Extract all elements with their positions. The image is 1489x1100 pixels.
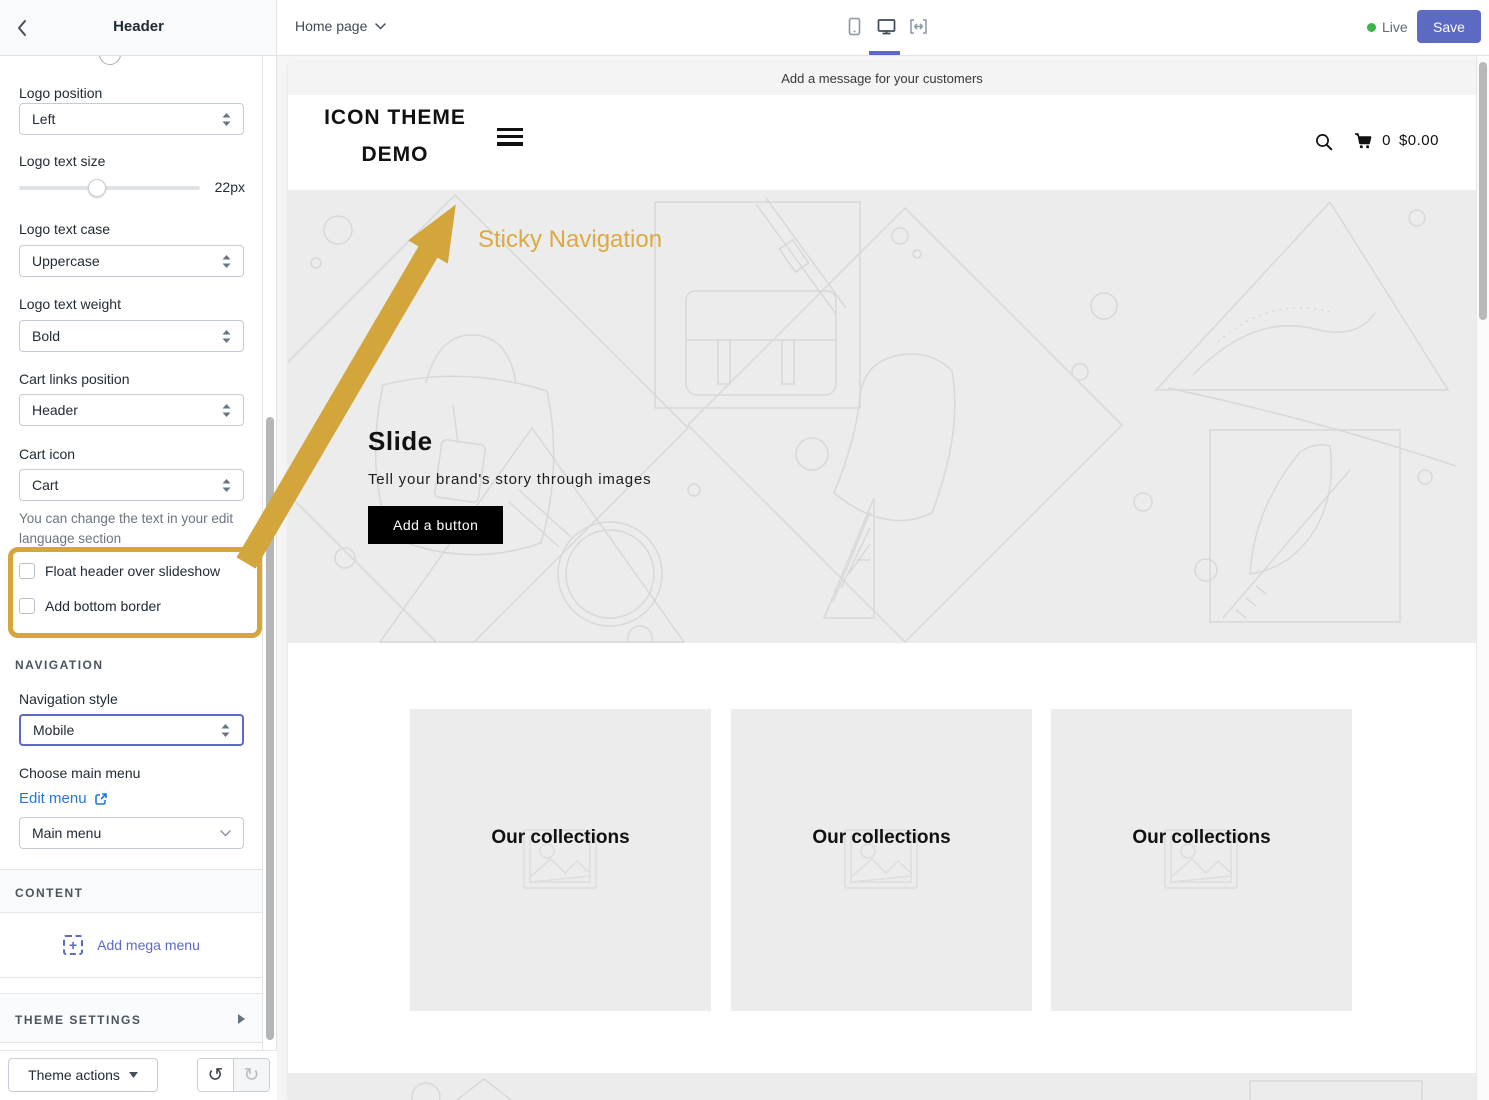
desktop-preview-icon[interactable]	[877, 17, 896, 36]
store-logo[interactable]: ICON THEME DEMO	[315, 106, 475, 167]
slide-add-button[interactable]: Add a button	[368, 506, 504, 544]
navigation-style-label: Navigation style	[19, 691, 118, 707]
save-button[interactable]: Save	[1417, 10, 1481, 43]
logo-text-weight-label: Logo text weight	[19, 296, 121, 312]
cart-link[interactable]: 0 $0.00	[1354, 132, 1439, 149]
cart-links-position-select[interactable]: Header	[19, 394, 244, 426]
select-caret-icon	[222, 112, 231, 126]
logo-position-select[interactable]: Left	[19, 103, 244, 135]
checkbox[interactable]	[19, 563, 35, 579]
slide-subheading: Tell your brand's story through images	[368, 471, 652, 488]
chevron-down-icon	[220, 829, 231, 837]
collection-card[interactable]: Our collections	[731, 709, 1032, 1011]
live-status-dot	[1367, 22, 1376, 32]
sidebar-scrollbar[interactable]	[263, 55, 277, 1100]
cart-count: 0	[1382, 132, 1391, 149]
page-selector-dropdown[interactable]: Home page	[295, 18, 387, 34]
panel-header: Header	[0, 0, 277, 55]
content-section-label: CONTENT	[15, 886, 84, 900]
preview-scrollbar-thumb[interactable]	[1479, 62, 1487, 320]
slideshow-sketch-art	[288, 193, 1457, 643]
logo-text-size-slider-handle[interactable]	[88, 179, 106, 197]
sidebar-scrollbar-thumb[interactable]	[266, 417, 274, 1040]
settings-sidebar: Logo position Left Logo text size 22px L…	[0, 55, 263, 1100]
collection-card[interactable]: Our collections	[410, 709, 711, 1011]
hamburger-menu-icon[interactable]	[497, 128, 523, 150]
undo-redo-group: ↺ ↻	[197, 1058, 270, 1092]
logo-position-label: Logo position	[19, 85, 103, 101]
collection-title: Our collections	[491, 827, 630, 848]
logo-text-size-slider[interactable]	[19, 186, 200, 190]
logo-text-case-select[interactable]: Uppercase	[19, 245, 244, 277]
search-icon[interactable]	[1315, 133, 1333, 151]
select-caret-icon	[222, 403, 231, 417]
edit-menu-link[interactable]: Edit menu	[19, 790, 108, 807]
theme-settings-row[interactable]: THEME SETTINGS	[0, 993, 262, 1043]
cart-icon-label: Cart icon	[19, 446, 76, 462]
fullscreen-preview-icon[interactable]	[909, 17, 928, 36]
add-mega-menu-icon: +	[63, 935, 84, 955]
sidebar-footer: Theme actions ↺ ↻	[0, 1050, 277, 1100]
external-link-icon	[94, 792, 107, 805]
topbar: Header Home page Live Save	[0, 0, 1489, 56]
store-header: ICON THEME DEMO 0 $0.00	[288, 95, 1476, 190]
undo-icon[interactable]: ↺	[198, 1059, 234, 1091]
logo-text-weight-select[interactable]: Bold	[19, 320, 244, 352]
preview-scrollbar[interactable]	[1476, 55, 1489, 1100]
bottom-border-checkbox-row[interactable]: Add bottom border	[19, 598, 161, 614]
select-caret-icon	[222, 254, 231, 268]
redo-icon[interactable]: ↻	[234, 1059, 269, 1091]
active-device-indicator	[869, 51, 900, 55]
mobile-preview-icon[interactable]	[845, 17, 864, 36]
cart-help-text: You can change the text in your edit lan…	[19, 511, 234, 546]
slide-heading: Slide	[368, 426, 433, 456]
main-menu-select[interactable]: Main menu	[19, 817, 244, 849]
navigation-section-label: NAVIGATION	[15, 658, 104, 672]
float-header-checkbox-row[interactable]: Float header over slideshow	[19, 563, 220, 579]
next-section-peek	[288, 1073, 1476, 1100]
collection-card[interactable]: Our collections	[1051, 709, 1352, 1011]
cart-links-position-label: Cart links position	[19, 371, 130, 387]
slideshow-section[interactable]: Sticky Navigation Slide Tell your brand'…	[288, 190, 1476, 643]
panel-title: Header	[113, 18, 164, 35]
theme-editor-window: Header Home page Live Save Logo position…	[0, 0, 1489, 1100]
cart-total: $0.00	[1398, 132, 1439, 149]
logo-text-case-label: Logo text case	[19, 221, 111, 237]
navigation-style-select[interactable]: Mobile	[19, 714, 244, 746]
theme-actions-button[interactable]: Theme actions	[8, 1058, 158, 1092]
choose-main-menu-label: Choose main menu	[19, 765, 141, 781]
collection-title: Our collections	[1132, 827, 1271, 848]
device-preview-switcher	[845, 17, 928, 36]
annotation-text: Sticky Navigation	[478, 226, 663, 253]
cart-icon-select[interactable]: Cart	[19, 469, 244, 501]
live-status: Live	[1367, 19, 1408, 35]
logo-text-size-value: 22px	[214, 179, 245, 195]
caret-down-icon	[128, 1072, 138, 1078]
logo-text-size-label: Logo text size	[19, 153, 106, 169]
checkbox[interactable]	[19, 598, 35, 614]
page-selector-label: Home page	[295, 18, 368, 34]
collections-section: Our collections Our collections Our coll…	[288, 643, 1476, 1073]
store-preview: Add a message for your customers ICON TH…	[288, 62, 1476, 1100]
chevron-right-icon	[238, 1014, 245, 1024]
content-section-band: CONTENT	[0, 869, 262, 913]
collection-title: Our collections	[812, 827, 951, 848]
clipped-slider-handle	[99, 55, 121, 65]
select-caret-icon	[222, 478, 231, 492]
chevron-down-icon	[375, 22, 387, 30]
select-caret-icon	[222, 329, 231, 343]
live-status-label: Live	[1382, 19, 1408, 35]
announcement-bar[interactable]: Add a message for your customers	[288, 62, 1476, 95]
cart-icon	[1355, 133, 1372, 149]
select-caret-icon	[221, 723, 230, 737]
annotation-highlight-box	[8, 547, 262, 638]
add-mega-menu-button[interactable]: + Add mega menu	[0, 913, 262, 978]
theme-settings-label: THEME SETTINGS	[15, 1013, 142, 1027]
